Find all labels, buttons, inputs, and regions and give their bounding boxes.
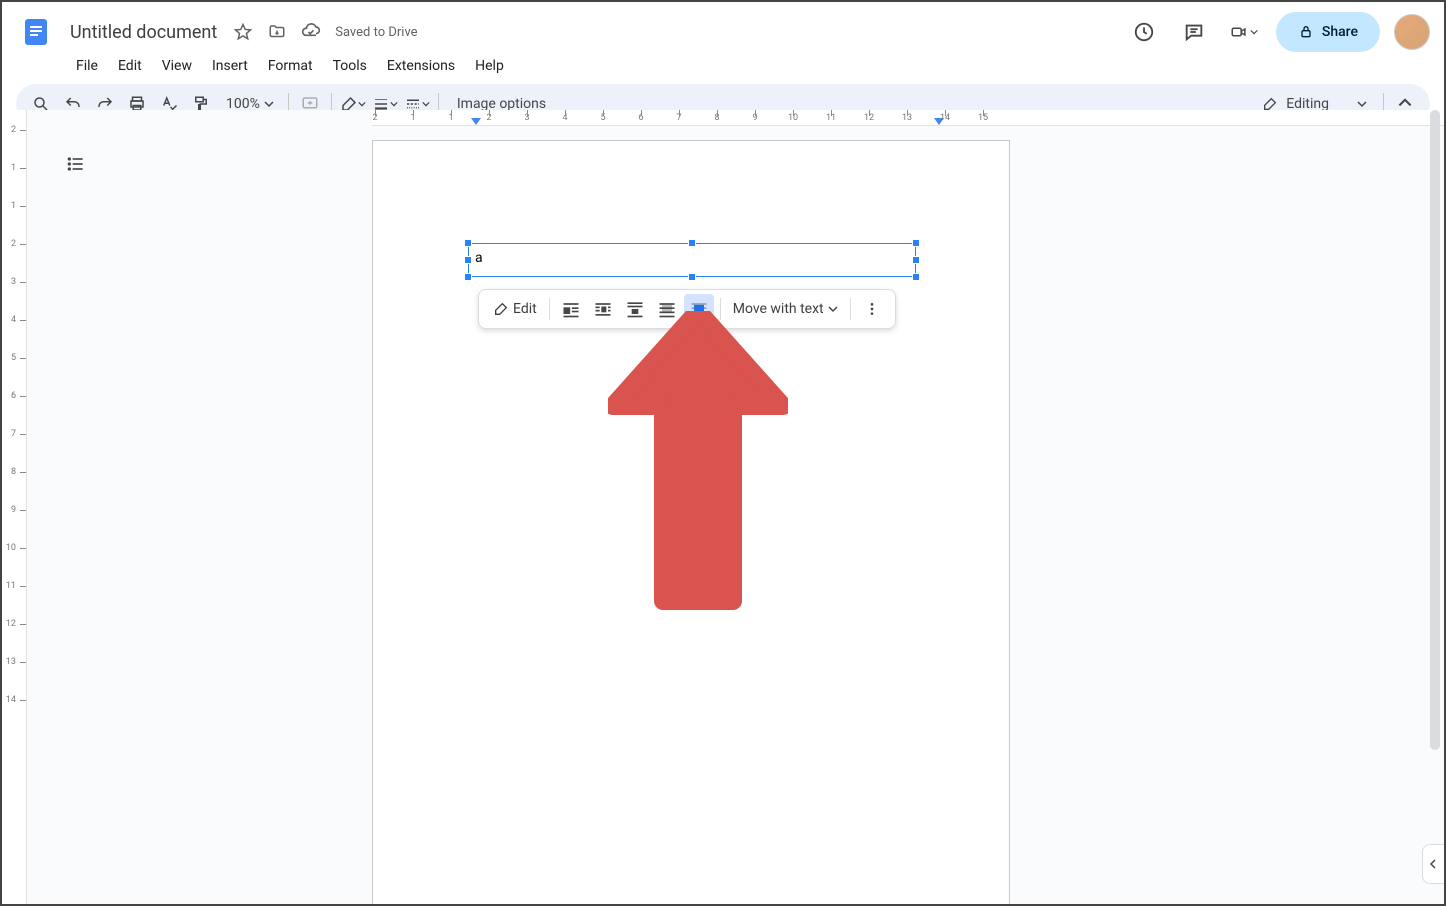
header-bar: Untitled document Saved to Drive Share <box>2 2 1444 54</box>
resize-handle-top-right[interactable] <box>912 239 920 247</box>
edit-button-label: Edit <box>513 301 537 317</box>
resize-handle-top-middle[interactable] <box>688 239 696 247</box>
save-status-text: Saved to Drive <box>335 25 417 40</box>
menu-view[interactable]: View <box>154 54 200 78</box>
main-editing-area: 21123456789101112131415 a Edit <box>27 110 1444 904</box>
side-panel-toggle-icon[interactable] <box>1422 844 1444 884</box>
float-toolbar-separator <box>850 298 851 320</box>
document-page[interactable]: a Edit <box>372 140 1010 904</box>
vertical-scrollbar[interactable] <box>1428 110 1442 902</box>
header-right: Share <box>1126 12 1430 52</box>
resize-handle-middle-right[interactable] <box>912 256 920 264</box>
title-area: Untitled document Saved to Drive <box>64 18 418 46</box>
float-toolbar-separator <box>549 298 550 320</box>
workspace: 211234567891011121314 211234567891011121… <box>2 110 1444 904</box>
menubar: File Edit View Insert Format Tools Exten… <box>2 54 1444 84</box>
share-button-label: Share <box>1322 24 1358 40</box>
menu-file[interactable]: File <box>68 54 106 78</box>
menu-format[interactable]: Format <box>260 54 321 78</box>
horizontal-ruler[interactable]: 21123456789101112131415 <box>372 110 1444 126</box>
comments-icon[interactable] <box>1176 14 1212 50</box>
more-options-icon[interactable] <box>857 294 887 324</box>
resize-handle-middle-left[interactable] <box>464 256 472 264</box>
document-outline-icon[interactable] <box>62 150 90 178</box>
menu-edit[interactable]: Edit <box>110 54 150 78</box>
vertical-ruler[interactable]: 211234567891011121314 <box>2 110 27 904</box>
resize-handle-bottom-right[interactable] <box>912 273 920 281</box>
inline-wrap-icon[interactable] <box>556 294 586 324</box>
docs-app-icon[interactable] <box>16 12 56 52</box>
share-button[interactable]: Share <box>1276 12 1380 52</box>
edit-drawing-button[interactable]: Edit <box>487 294 543 324</box>
left-indent-marker[interactable] <box>471 118 481 125</box>
menu-insert[interactable]: Insert <box>204 54 256 78</box>
video-call-button[interactable] <box>1226 14 1262 50</box>
cloud-saved-icon[interactable] <box>297 18 325 46</box>
user-avatar[interactable] <box>1394 14 1430 50</box>
resize-handle-top-left[interactable] <box>464 239 472 247</box>
scrollbar-thumb[interactable] <box>1430 110 1440 750</box>
selected-drawing-object[interactable]: a <box>468 243 916 277</box>
menu-help[interactable]: Help <box>467 54 512 78</box>
star-icon[interactable] <box>229 18 257 46</box>
drawing-text-content: a <box>475 250 483 266</box>
document-title[interactable]: Untitled document <box>64 20 223 45</box>
menu-tools[interactable]: Tools <box>325 54 375 78</box>
move-folder-icon[interactable] <box>263 18 291 46</box>
annotation-arrow-icon <box>608 311 788 611</box>
resize-handle-bottom-left[interactable] <box>464 273 472 281</box>
history-icon[interactable] <box>1126 14 1162 50</box>
menu-extensions[interactable]: Extensions <box>379 54 463 78</box>
resize-handle-bottom-middle[interactable] <box>688 273 696 281</box>
